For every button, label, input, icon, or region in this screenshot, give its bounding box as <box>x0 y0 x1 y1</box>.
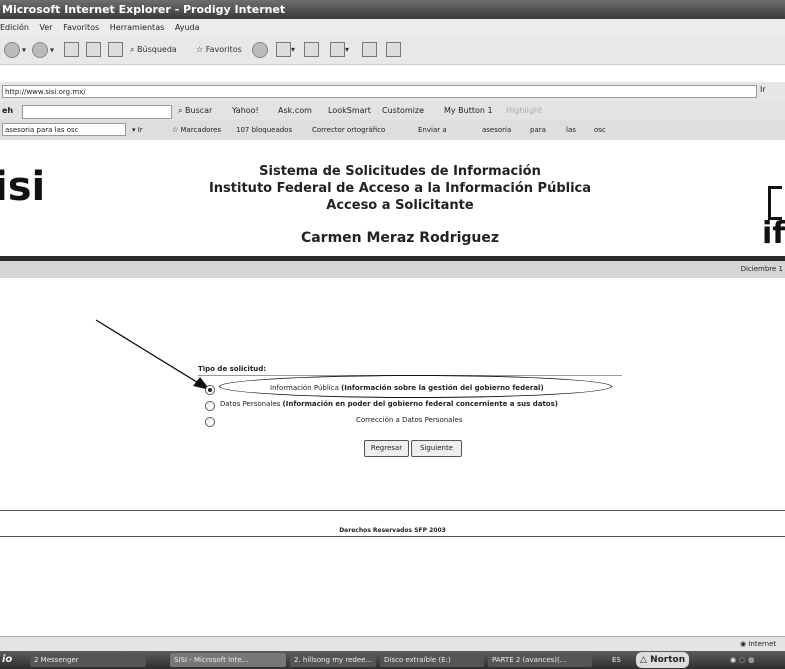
task-parte2[interactable]: PARTE 2 (avances)(... <box>488 653 592 667</box>
popup-blocker-button[interactable]: 107 bloqueados <box>236 120 292 140</box>
edit-icon <box>330 42 345 57</box>
stop-icon <box>64 42 79 57</box>
internet-zone: ◉ Internet <box>740 640 777 648</box>
stop-button[interactable] <box>64 42 79 58</box>
star-icon: ☆ <box>196 45 204 54</box>
copyright-text: Derechos Reservados SFP 2003 <box>339 527 446 534</box>
footer-rule-bottom <box>0 536 785 537</box>
forward-button[interactable]: ▾ <box>32 42 54 58</box>
history-button[interactable] <box>252 42 270 58</box>
start-button[interactable]: io <box>2 651 12 669</box>
mail-button[interactable]: ▾ <box>276 42 295 58</box>
option-correccion: Corrección a Datos Personales <box>356 416 463 424</box>
radio-correccion[interactable] <box>205 417 215 427</box>
highlight-asesoria[interactable]: asesoria <box>482 120 511 140</box>
looksmart-button[interactable]: LookSmart <box>328 102 371 120</box>
main-toolbar: ▾ ▾ ⌕ Búsqueda ☆ Favoritos ▾ ▾ <box>0 36 785 65</box>
menu-ver[interactable]: Ver <box>40 23 53 32</box>
task-sisi-ie[interactable]: SISI - Microsoft Inte... <box>170 653 286 667</box>
window-title: Microsoft Internet Explorer - Prodigy In… <box>2 3 286 16</box>
annotation-arrow <box>95 319 210 390</box>
enviar-button[interactable]: Enviar a <box>418 120 447 140</box>
print-button[interactable] <box>304 42 319 58</box>
links-toolbar: asesoria para las osc ▾ Ir ☆ Marcadores … <box>0 120 785 141</box>
home-icon <box>108 42 123 57</box>
yahoo-button[interactable]: Yahoo! <box>232 102 259 120</box>
discuss-icon <box>362 42 377 57</box>
highlight-osc[interactable]: osc <box>594 120 606 140</box>
menu-bar: Edición Ver Favoritos Herramientas Ayuda <box>0 19 785 36</box>
back-form-button[interactable]: Regresar <box>364 440 409 457</box>
customize-button[interactable]: Customize <box>382 102 424 120</box>
radio-informacion-publica[interactable] <box>205 385 215 395</box>
buscar-button[interactable]: ⌕ Buscar <box>178 102 212 120</box>
highlight-button[interactable]: Highlight <box>506 102 542 120</box>
back-button[interactable]: ▾ <box>4 42 26 58</box>
next-form-button[interactable]: Siguiente <box>411 440 462 457</box>
access-subtitle: Acceso a Solicitante <box>326 198 474 213</box>
taskbar: io 2 Messenger SISI - Microsoft Inte... … <box>0 651 785 669</box>
refresh-button[interactable] <box>86 42 101 58</box>
highlight-para[interactable]: para <box>530 120 546 140</box>
menu-herramientas[interactable]: Herramientas <box>110 23 165 32</box>
page-header: isi Sistema de Solicitudes de Informació… <box>0 140 785 256</box>
research-button[interactable] <box>386 42 401 58</box>
favorites-button[interactable]: ☆ Favoritos <box>196 42 242 58</box>
norton-icon[interactable]: △ Norton <box>636 652 690 668</box>
current-date: Diciembre 1 <box>740 265 783 273</box>
sisi-logo: isi <box>0 164 46 210</box>
address-bar: http://www.sisi.org.mx/ Ir <box>0 82 785 102</box>
search-toolbar-label: eh <box>2 106 14 115</box>
task-messenger[interactable]: 2 Messenger <box>30 653 146 667</box>
address-input[interactable]: http://www.sisi.org.mx/ <box>2 85 757 98</box>
main-content: Tipo de solicitud: Información Pública (… <box>0 278 785 636</box>
highlight-ellipse <box>219 375 612 398</box>
research-icon <box>386 42 401 57</box>
tray-icons[interactable]: ◉◌◍ <box>730 651 757 669</box>
home-button[interactable] <box>108 42 123 58</box>
search-button[interactable]: ⌕ Búsqueda <box>130 42 177 58</box>
my-button-1[interactable]: My Button 1 <box>444 102 493 120</box>
menu-favoritos[interactable]: Favoritos <box>63 23 99 32</box>
printer-icon <box>304 42 319 57</box>
radio-datos-personales[interactable] <box>205 401 215 411</box>
search-toolbar: eh ⌕ Buscar Yahoo! Ask.com LookSmart Cus… <box>0 102 785 120</box>
highlight-las[interactable]: las <box>566 120 576 140</box>
footer-rule-top <box>0 510 785 511</box>
go-button[interactable]: Ir <box>760 85 766 94</box>
spellcheck-button[interactable]: Corrector ortográfico <box>312 120 385 140</box>
forward-arrow-icon <box>32 42 48 58</box>
request-type-heading: Tipo de solicitud: <box>198 365 267 373</box>
magnifier-icon: ⌕ <box>130 45 135 54</box>
language-indicator[interactable]: ES <box>612 651 621 669</box>
task-disco[interactable]: Disco extraíble (E:) <box>380 653 484 667</box>
date-strip: Diciembre 1 <box>0 261 785 278</box>
ifai-logo: if <box>762 216 785 251</box>
ifai-logo-mark <box>768 186 782 220</box>
back-arrow-icon <box>4 42 20 58</box>
google-search-input[interactable]: asesoria para las osc <box>2 123 126 136</box>
system-title: Sistema de Solicitudes de Información <box>259 164 541 179</box>
toolbar-search-input[interactable] <box>22 105 172 119</box>
institute-title: Instituto Federal de Acceso a la Informa… <box>208 181 592 196</box>
discuss-button[interactable] <box>362 42 377 58</box>
edit-button[interactable]: ▾ <box>330 42 349 58</box>
task-hillsong[interactable]: 2. hillsong my redee... <box>290 653 376 667</box>
window-title-bar: Microsoft Internet Explorer - Prodigy In… <box>0 0 785 19</box>
history-icon <box>252 42 268 58</box>
menu-edicion[interactable]: Edición <box>0 23 29 32</box>
user-name: Carmen Meraz Rodriguez <box>300 230 500 246</box>
marcadores-button[interactable]: ☆ Marcadores <box>172 120 221 140</box>
askcom-button[interactable]: Ask.com <box>278 102 312 120</box>
search-go-button[interactable]: ▾ Ir <box>132 120 143 140</box>
mail-icon <box>276 42 291 57</box>
option-datos-personales: Datos Personales (Información en poder d… <box>220 400 558 408</box>
menu-ayuda[interactable]: Ayuda <box>175 23 200 32</box>
status-bar: ◉ Internet <box>0 636 785 652</box>
refresh-icon <box>86 42 101 57</box>
